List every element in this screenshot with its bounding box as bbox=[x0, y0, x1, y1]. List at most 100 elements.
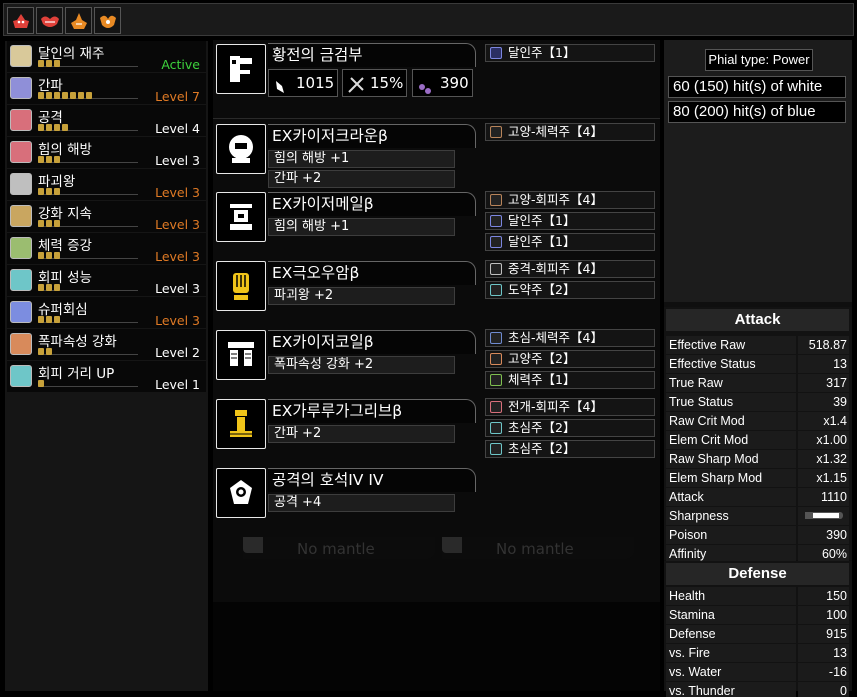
stat-value: -16 bbox=[798, 663, 849, 681]
skill-jewel-icon bbox=[10, 237, 32, 259]
defense-stat-row: vs. Thunder 0 bbox=[666, 682, 849, 697]
monster-horn-icon[interactable] bbox=[65, 7, 92, 34]
skill-level-pip bbox=[54, 60, 60, 67]
skill-row[interactable]: 슈퍼회심 Level 3 bbox=[7, 297, 206, 328]
skill-level-track bbox=[38, 386, 138, 387]
decoration-gem-icon bbox=[490, 401, 502, 413]
skill-name: 체력 증강 bbox=[38, 238, 92, 254]
affinity-crossed-swords-icon bbox=[348, 75, 364, 101]
skill-row[interactable]: 폭파속성 강화 Level 2 bbox=[7, 329, 206, 360]
skill-level: Active bbox=[161, 57, 200, 72]
skill-level-pip bbox=[54, 316, 60, 323]
attack-stat-row: Poison 390 bbox=[666, 526, 849, 544]
skill-row[interactable]: 힘의 해방 Level 3 bbox=[7, 137, 206, 168]
skill-level-pip bbox=[46, 220, 52, 227]
decoration-slot[interactable]: 전개-회피주【4】 bbox=[485, 398, 655, 416]
skill-level-pip bbox=[78, 92, 84, 99]
phial-type-label: Phial type: Power bbox=[705, 49, 813, 71]
skill-level-pips bbox=[38, 348, 52, 356]
defense-stats-section: Defense Health 150 Stamina 100 Defense 915 vs.… bbox=[664, 561, 852, 697]
mantle-slot-2[interactable]: No mantle bbox=[442, 537, 634, 559]
stat-value: x1.00 bbox=[798, 431, 849, 449]
decoration-gem-icon bbox=[490, 443, 502, 455]
skill-level-pip bbox=[46, 188, 52, 195]
weapon-decoration[interactable]: 달인주【1】 bbox=[485, 44, 655, 62]
skill-row[interactable]: 회피 성능 Level 3 bbox=[7, 265, 206, 296]
attack-stat-row: Raw Sharp Mod x1.32 bbox=[666, 450, 849, 468]
decoration-slot[interactable]: 고양주【2】 bbox=[485, 350, 655, 368]
stat-value: 39 bbox=[798, 393, 849, 411]
decoration-slot[interactable]: 달인주【1】 bbox=[485, 233, 655, 251]
armor-skill: 힘의 해방 +1 bbox=[268, 150, 455, 168]
chest-armor-icon bbox=[216, 192, 266, 242]
decoration-label: 고양-회피주【4】 bbox=[508, 192, 603, 207]
skill-row[interactable]: 공격 Level 4 bbox=[7, 105, 206, 136]
skill-row[interactable]: 파괴왕 Level 3 bbox=[7, 169, 206, 200]
decoration-slot[interactable]: 초심-체력주【4】 bbox=[485, 329, 655, 347]
skill-row[interactable]: 체력 증강 Level 3 bbox=[7, 233, 206, 264]
defense-stat-row: Health 150 bbox=[666, 587, 849, 605]
skill-jewel-icon bbox=[10, 141, 32, 163]
armor-skill: 간파 +2 bbox=[268, 170, 455, 188]
skill-level-pips bbox=[38, 188, 60, 196]
decoration-slot[interactable]: 달인주【1】 bbox=[485, 212, 655, 230]
armor-skill: 힘의 해방 +1 bbox=[268, 218, 455, 236]
decoration-slot[interactable]: 중격-회피주【4】 bbox=[485, 260, 655, 278]
skill-level-pip bbox=[62, 92, 68, 99]
blue-sharpness-hits: 80 (200) hit(s) of blue bbox=[668, 101, 846, 123]
skill-name: 파괴왕 bbox=[38, 174, 76, 190]
skill-level: Level 1 bbox=[155, 377, 200, 392]
stat-value: 100 bbox=[798, 606, 849, 624]
decoration-label: 달인주【1】 bbox=[508, 45, 576, 60]
stat-label: Health bbox=[666, 587, 796, 605]
decoration-gem-icon bbox=[490, 374, 502, 386]
skill-level-pip bbox=[46, 252, 52, 259]
decoration-gem-icon bbox=[490, 353, 502, 365]
charm-icon bbox=[216, 468, 266, 518]
monster-wing-icon[interactable] bbox=[36, 7, 63, 34]
attack-stat-row: Effective Status 13 bbox=[666, 355, 849, 373]
decoration-label: 도약주【2】 bbox=[508, 282, 576, 297]
attack-section-title: Attack bbox=[666, 309, 849, 331]
decoration-slot[interactable]: 체력주【1】 bbox=[485, 371, 655, 389]
skill-level-pip bbox=[46, 92, 52, 99]
skill-level-pip bbox=[38, 284, 44, 291]
stat-label: vs. Fire bbox=[666, 644, 796, 662]
skill-row[interactable]: 회피 거리 UP Level 1 bbox=[7, 361, 206, 392]
skill-level-pip bbox=[38, 92, 44, 99]
attack-stat-row: Effective Raw 518.87 bbox=[666, 336, 849, 354]
decoration-slot[interactable]: 고양-회피주【4】 bbox=[485, 191, 655, 209]
skill-row[interactable]: 달인의 재주 Active bbox=[7, 41, 206, 72]
defense-stat-row: vs. Water -16 bbox=[666, 663, 849, 681]
skill-list: 달인의 재주 Active 간파 Level 7 공격 Level 4 힘의 해방 Level… bbox=[5, 41, 208, 691]
stat-label: Sharpness bbox=[666, 507, 796, 525]
monster-claw-icon[interactable] bbox=[94, 7, 121, 34]
phial-panel: Phial type: Power 60 (150) hit(s) of whi… bbox=[664, 40, 852, 302]
skill-row[interactable]: 강화 지속 Level 3 bbox=[7, 201, 206, 232]
stat-value: 317 bbox=[798, 374, 849, 392]
decoration-gem-icon bbox=[490, 263, 502, 275]
skill-level-pip bbox=[54, 220, 60, 227]
stat-label: Stamina bbox=[666, 606, 796, 624]
skill-jewel-icon bbox=[10, 269, 32, 291]
weapon-element: 390 bbox=[412, 69, 473, 97]
decoration-slot[interactable]: 초심주【2】 bbox=[485, 419, 655, 437]
skill-jewel-icon bbox=[10, 45, 32, 67]
mantle-slot-1[interactable]: No mantle bbox=[243, 537, 435, 559]
stat-label: Poison bbox=[666, 526, 796, 544]
stat-label: True Status bbox=[666, 393, 796, 411]
skill-level-pip bbox=[62, 124, 68, 131]
skill-row[interactable]: 간파 Level 7 bbox=[7, 73, 206, 104]
monster-crab-icon[interactable] bbox=[7, 7, 34, 34]
decoration-gem-icon bbox=[490, 194, 502, 206]
weapon-attack-value: 1015 bbox=[296, 74, 335, 92]
stat-value: 13 bbox=[798, 644, 849, 662]
decoration-slot[interactable]: 초심주【2】 bbox=[485, 440, 655, 458]
center-footer-bg bbox=[213, 602, 660, 691]
decoration-slot[interactable]: 도약주【2】 bbox=[485, 281, 655, 299]
skill-level-pip bbox=[38, 316, 44, 323]
charge-blade-icon bbox=[216, 44, 266, 94]
defense-stat-row: vs. Fire 13 bbox=[666, 644, 849, 662]
decoration-slot[interactable]: 고양-체력주【4】 bbox=[485, 123, 655, 141]
skill-level-pip bbox=[86, 92, 92, 99]
